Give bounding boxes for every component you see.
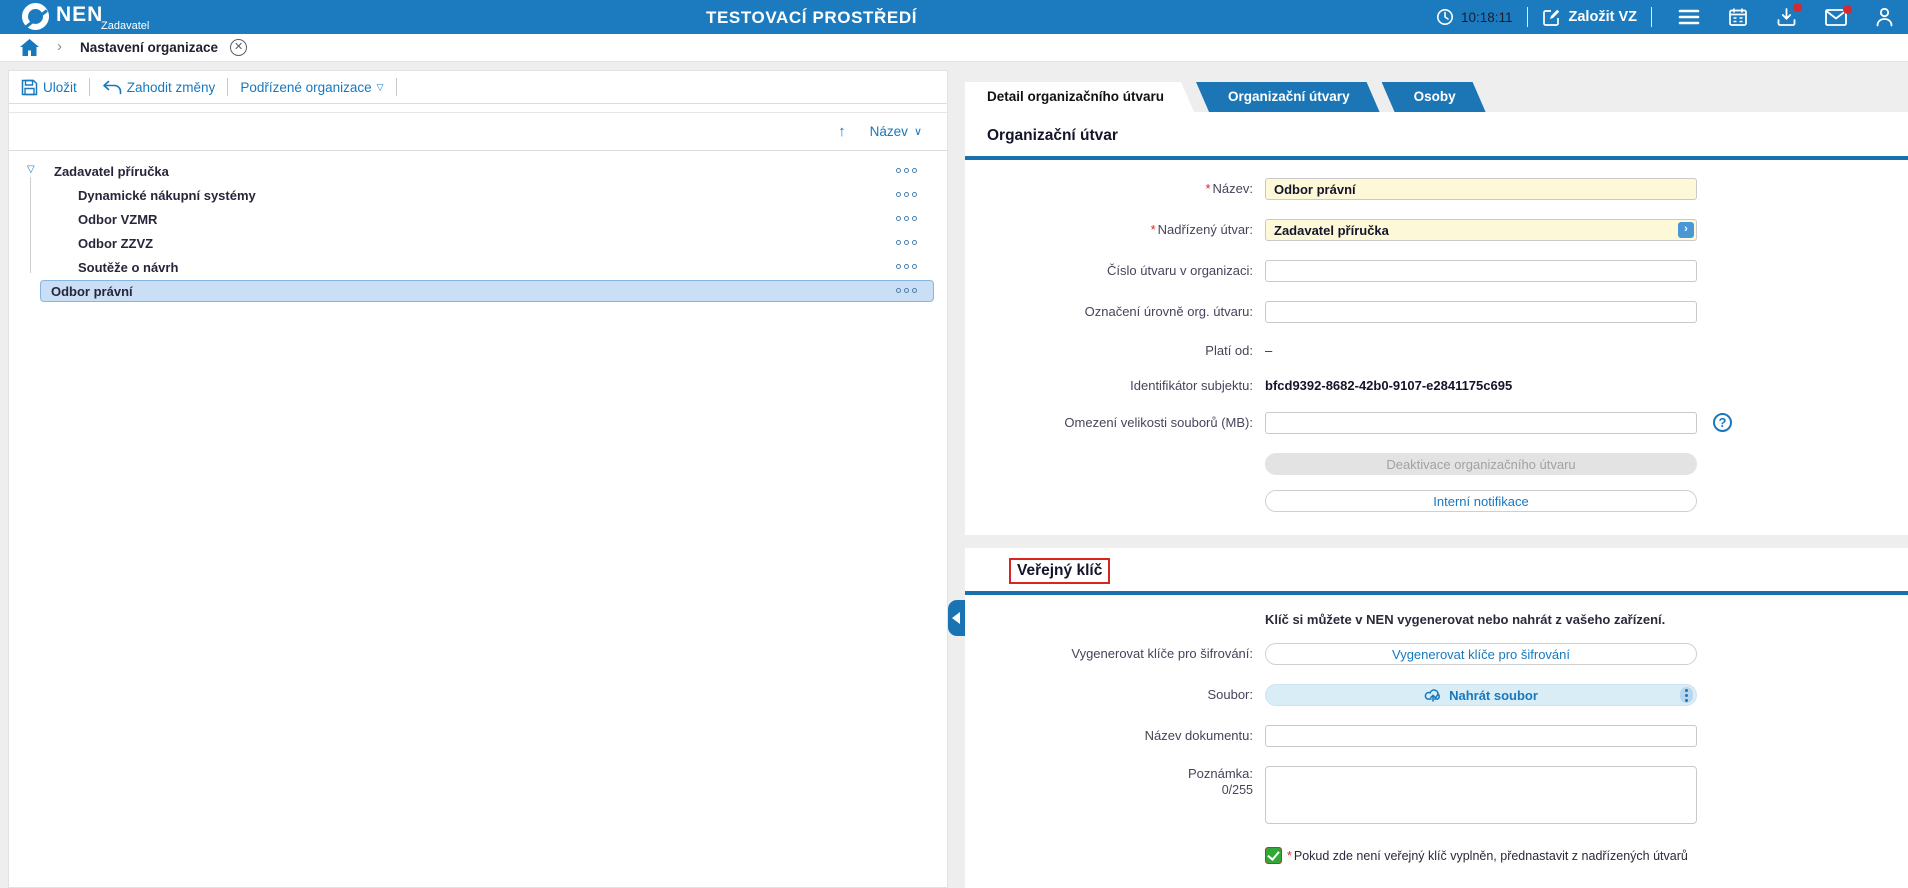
menu-icon[interactable]: [1678, 8, 1700, 26]
tree-column-header: ↑ Název ∨: [9, 113, 947, 151]
divider: [227, 78, 229, 96]
tree-row-selected[interactable]: Odbor právní: [9, 279, 947, 303]
clock-icon: [1436, 8, 1454, 26]
chevron-down-icon: ∨: [913, 126, 922, 138]
unit-number-input[interactable]: [1265, 260, 1697, 282]
help-icon[interactable]: ?: [1713, 413, 1732, 432]
field-label: Název dokumentu:: [1144, 728, 1253, 743]
tree-row[interactable]: Soutěže o návrh: [9, 255, 947, 279]
spacer: [9, 104, 947, 113]
save-button[interactable]: Uložit: [21, 79, 77, 96]
checkbox-label: * Pokud zde není veřejný klíč vyplněn, př…: [1287, 848, 1688, 863]
document-name-input[interactable]: [1265, 725, 1697, 747]
name-input[interactable]: [1265, 178, 1697, 200]
row-menu-icon[interactable]: [893, 288, 917, 293]
calendar-icon[interactable]: [1728, 7, 1748, 27]
section-title-focused: Veřejný klíč: [1009, 558, 1111, 584]
sort-by-name[interactable]: ↑ Název ∨: [838, 113, 922, 150]
tab-persons[interactable]: Osoby: [1382, 82, 1486, 112]
subject-identifier-value: bfcd9392-8682-42b0-9107-e2841175c695: [1265, 378, 1513, 393]
environment-title: TESTOVACÍ PROSTŘEDÍ: [706, 8, 918, 27]
field-label: Vygenerovat klíče pro šifrování:: [1071, 646, 1253, 661]
field-label: Platí od:: [1205, 343, 1253, 358]
internal-notifications-button[interactable]: Interní notifikace: [1265, 490, 1697, 512]
divider: [1651, 7, 1652, 27]
collapse-panel-handle[interactable]: [948, 600, 965, 636]
create-procurement-button[interactable]: Založit VZ: [1542, 8, 1637, 27]
field-label: Identifikátor subjektu:: [1130, 378, 1253, 393]
edit-icon: [1542, 9, 1559, 26]
brand-name: NEN: [56, 3, 104, 26]
breadcrumb: › Nastavení organizace ✕: [0, 34, 1908, 62]
lookup-chevron-icon[interactable]: ›: [1678, 222, 1694, 238]
field-label: Soubor:: [1207, 687, 1253, 702]
tree-row[interactable]: Odbor ZZVZ: [9, 231, 947, 255]
organization-tree: ▽ Zadavatel příručka Dynamické nákupní s…: [9, 151, 947, 303]
notification-badge: [1843, 4, 1852, 14]
note-textarea[interactable]: [1265, 766, 1697, 824]
mail-icon[interactable]: [1825, 4, 1852, 26]
selection-highlight: [40, 280, 934, 302]
row-menu-icon[interactable]: [893, 264, 917, 269]
tree-toolbar: Uložit Zahodit změny Podřízené organizac…: [9, 71, 947, 104]
sort-column-label: Název: [869, 124, 908, 139]
upload-file-button[interactable]: Nahrát soubor: [1265, 684, 1697, 706]
upload-options-icon[interactable]: [1680, 687, 1693, 703]
top-bar: NEN Zadavatel TESTOVACÍ PROSTŘEDÍ 10:18:…: [0, 0, 1908, 34]
org-unit-section: Organizační útvar *Název: *Nadřízený útv…: [965, 112, 1908, 535]
tab-detail-org-unit[interactable]: Detail organizačního útvaru: [965, 82, 1194, 112]
tab-org-units[interactable]: Organizační útvary: [1196, 82, 1380, 112]
breadcrumb-chevron-icon: ›: [57, 38, 62, 55]
field-label: * Nadřízený útvar:: [1150, 222, 1253, 237]
nen-logo[interactable]: NEN Zadavatel: [22, 3, 149, 32]
row-menu-icon[interactable]: [893, 216, 917, 221]
notification-badge: [1793, 3, 1802, 12]
field-label: Číslo útvaru v organizaci:: [1107, 263, 1253, 278]
undo-icon: [102, 80, 122, 94]
valid-from-value: –: [1265, 343, 1273, 358]
note-char-counter: 0/255: [1221, 783, 1253, 797]
file-size-limit-input[interactable]: [1265, 412, 1697, 434]
field-label: Poznámka: 0/255: [1187, 766, 1253, 797]
generate-keys-button[interactable]: Vygenerovat klíče pro šifrování: [1265, 643, 1697, 665]
section-title: Organizační útvar: [987, 127, 1118, 144]
downloads-icon[interactable]: [1776, 3, 1802, 27]
page-title: Nastavení organizace: [80, 40, 219, 55]
divider: [395, 78, 397, 96]
cloud-upload-icon: [1424, 689, 1440, 702]
nen-logo-icon: [22, 3, 49, 30]
field-label: Omezení velikosti souborů (MB):: [1064, 415, 1253, 430]
home-icon[interactable]: [20, 39, 39, 56]
deactivate-unit-button: Deaktivace organizačního útvaru: [1265, 453, 1697, 475]
dropdown-caret-icon: ▽: [376, 81, 384, 92]
user-icon[interactable]: [1875, 7, 1894, 27]
server-time: 10:18:11: [1460, 9, 1513, 25]
inherit-key-checkbox[interactable]: [1265, 847, 1282, 864]
save-icon: [21, 79, 38, 95]
close-page-icon[interactable]: ✕: [230, 39, 248, 56]
detail-tabs-row: Detail organizačního útvaru Organizační …: [965, 70, 1908, 112]
row-menu-icon[interactable]: [893, 168, 917, 173]
expander-icon[interactable]: ▽: [27, 164, 35, 175]
row-menu-icon[interactable]: [893, 192, 917, 197]
divider: [88, 78, 90, 96]
field-label: * Název:: [1205, 181, 1253, 196]
tree-row[interactable]: Dynamické nákupní systémy: [9, 183, 947, 207]
field-label: Označení úrovně org. útvaru:: [1084, 304, 1253, 319]
sort-ascending-icon: ↑: [838, 123, 846, 140]
tree-row[interactable]: Odbor VZMR: [9, 207, 947, 231]
subordinate-organizations-menu[interactable]: Podřízené organizace ▽: [240, 80, 383, 95]
row-menu-icon[interactable]: [893, 240, 917, 245]
discard-changes-button[interactable]: Zahodit změny: [102, 80, 215, 95]
key-info-text: Klíč si můžete v NEN vygenerovat nebo na…: [1265, 612, 1666, 627]
tree-row-root[interactable]: ▽ Zadavatel příručka: [9, 159, 947, 183]
brand-subtitle: Zadavatel: [101, 20, 150, 32]
public-key-section: Veřejný klíč Klíč si můžete v NEN vygene…: [965, 548, 1908, 888]
parent-unit-input[interactable]: [1265, 219, 1697, 241]
divider: [1526, 7, 1528, 27]
organization-tree-panel: Uložit Zahodit změny Podřízené organizac…: [8, 70, 948, 888]
level-designation-input[interactable]: [1265, 301, 1697, 323]
